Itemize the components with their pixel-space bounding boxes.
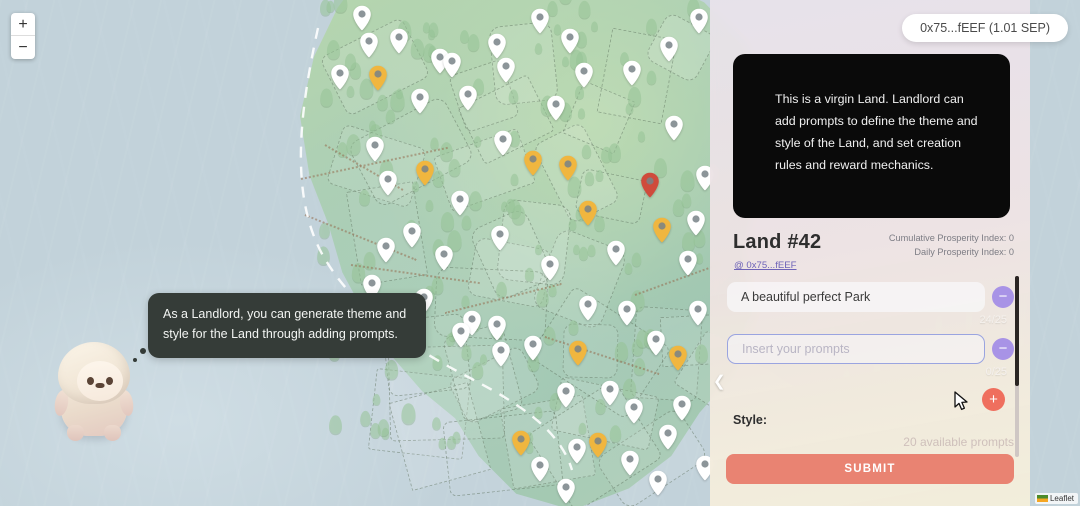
- panel-scrollbar-thumb[interactable]: [1015, 276, 1019, 386]
- map-pin-white[interactable]: [378, 170, 398, 196]
- wallet-address-badge[interactable]: 0x75...fEEF (1.01 SEP): [902, 14, 1068, 42]
- prompt-input-2[interactable]: [727, 334, 985, 364]
- map-pin-orange[interactable]: [668, 345, 688, 371]
- map-pin-white[interactable]: [389, 28, 409, 54]
- chevron-left-icon[interactable]: ❮: [713, 372, 726, 392]
- mascot-leg-left: [67, 425, 84, 441]
- map-pin-white[interactable]: [658, 424, 678, 450]
- speech-bubble-dot-large: [140, 348, 146, 354]
- map-pin-white[interactable]: [600, 380, 620, 406]
- mascot-eye-right: [106, 377, 113, 385]
- map-pin-white[interactable]: [450, 190, 470, 216]
- page-title: Land #42: [733, 231, 822, 253]
- map-pin-white[interactable]: [659, 36, 679, 62]
- land-detail-panel: ❮ This is a virgin Land. Landlord can ad…: [710, 0, 1030, 506]
- leaflet-flag-icon: [1036, 495, 1048, 502]
- map-pin-white[interactable]: [546, 95, 566, 121]
- app-root: + − As a Landlord, you can generate them…: [0, 0, 1080, 506]
- map-pin-white[interactable]: [672, 395, 692, 421]
- map-pin-white[interactable]: [487, 33, 507, 59]
- map-pin-orange[interactable]: [511, 430, 531, 456]
- map-pin-white[interactable]: [487, 315, 507, 341]
- style-section-label: Style:: [733, 413, 768, 427]
- map-pin-orange[interactable]: [578, 200, 598, 226]
- map-pin-white[interactable]: [606, 240, 626, 266]
- map-pin-white[interactable]: [330, 64, 350, 90]
- leaflet-attribution[interactable]: Leaflet: [1034, 493, 1078, 504]
- zoom-out-button[interactable]: −: [11, 36, 35, 59]
- mascot-mouth: [95, 383, 105, 388]
- mascot-eye-left: [87, 377, 94, 385]
- map-pin-white[interactable]: [578, 295, 598, 321]
- map-pin-white[interactable]: [678, 250, 698, 276]
- leaflet-attribution-label: Leaflet: [1049, 494, 1074, 503]
- map-pin-orange[interactable]: [368, 65, 388, 91]
- map-pin-white[interactable]: [688, 300, 708, 326]
- map-pin-white[interactable]: [617, 300, 637, 326]
- map-pin-white[interactable]: [540, 255, 560, 281]
- map-pin-white[interactable]: [493, 130, 513, 156]
- map-pin-white[interactable]: [648, 470, 668, 496]
- map-pin-white[interactable]: [458, 85, 478, 111]
- available-prompts-count: 20 available prompts: [903, 435, 1014, 449]
- map-pin-white[interactable]: [402, 222, 422, 248]
- map-pin-white[interactable]: [359, 32, 379, 58]
- map-pin-white[interactable]: [664, 115, 684, 141]
- prompt-input-1[interactable]: [727, 282, 985, 312]
- speech-bubble-dot-small: [133, 358, 137, 362]
- map-pin-white[interactable]: [686, 210, 706, 236]
- map-pin-white[interactable]: [646, 330, 666, 356]
- map-zoom-control[interactable]: + −: [11, 13, 35, 59]
- prompt-char-count-1: 24/25: [979, 314, 1007, 326]
- map-pin-white[interactable]: [574, 62, 594, 88]
- map-pin-orange[interactable]: [415, 160, 435, 186]
- cumulative-prosperity-index: Cumulative Prosperity Index: 0: [888, 233, 1014, 243]
- mascot-leg-right: [104, 425, 121, 441]
- submit-button[interactable]: SUBMIT: [726, 454, 1014, 484]
- map-pin-white[interactable]: [620, 450, 640, 476]
- map-pin-white[interactable]: [523, 335, 543, 361]
- map-pin-white[interactable]: [567, 438, 587, 464]
- map-pin-white[interactable]: [434, 245, 454, 271]
- map-pin-white[interactable]: [622, 60, 642, 86]
- map-pin-white[interactable]: [376, 237, 396, 263]
- mascot-hood: [58, 342, 130, 404]
- map-pin-white[interactable]: [491, 341, 511, 367]
- panel-scrollbar-track[interactable]: [1015, 276, 1019, 457]
- map-pin-orange[interactable]: [568, 340, 588, 366]
- map-pin-white[interactable]: [490, 225, 510, 251]
- map-pin-orange[interactable]: [523, 150, 543, 176]
- land-owner-link[interactable]: @ 0x75...fEEF: [734, 260, 797, 271]
- map-pin-white[interactable]: [530, 456, 550, 482]
- map-pin-white[interactable]: [556, 478, 576, 504]
- daily-prosperity-index: Daily Prosperity Index: 0: [914, 247, 1014, 258]
- map-pin-orange[interactable]: [588, 432, 608, 458]
- map-pin-white[interactable]: [560, 28, 580, 54]
- map-pin-white[interactable]: [556, 382, 576, 408]
- map-pin-red[interactable]: [640, 172, 660, 198]
- info-card-text: This is a virgin Land. Landlord can add …: [775, 92, 978, 173]
- map-pin-white[interactable]: [352, 5, 372, 31]
- remove-prompt-button-1[interactable]: −: [992, 286, 1014, 308]
- map-pin-white[interactable]: [451, 322, 471, 348]
- add-prompt-button[interactable]: +: [982, 388, 1005, 411]
- remove-prompt-button-2[interactable]: −: [992, 338, 1014, 360]
- map-pin-white[interactable]: [530, 8, 550, 34]
- map-pin-white[interactable]: [496, 57, 516, 83]
- mascot-face: [77, 361, 123, 401]
- map-pin-white[interactable]: [624, 398, 644, 424]
- map-pin-white[interactable]: [442, 52, 462, 78]
- mouse-cursor-icon: [954, 391, 968, 411]
- prompt-char-count-2: 0/25: [985, 366, 1007, 378]
- speech-bubble: As a Landlord, you can generate theme an…: [148, 293, 426, 358]
- map-pin-orange[interactable]: [558, 155, 578, 181]
- virgin-land-info-card: This is a virgin Land. Landlord can add …: [733, 54, 1010, 218]
- landlord-mascot: [52, 340, 136, 441]
- map-pin-white[interactable]: [365, 136, 385, 162]
- map-pin-white[interactable]: [689, 8, 709, 34]
- prosperity-stats: Cumulative Prosperity Index: 0 Daily Pro…: [889, 231, 1014, 260]
- zoom-in-button[interactable]: +: [11, 13, 35, 36]
- map-pin-white[interactable]: [410, 88, 430, 114]
- map-pin-orange[interactable]: [652, 217, 672, 243]
